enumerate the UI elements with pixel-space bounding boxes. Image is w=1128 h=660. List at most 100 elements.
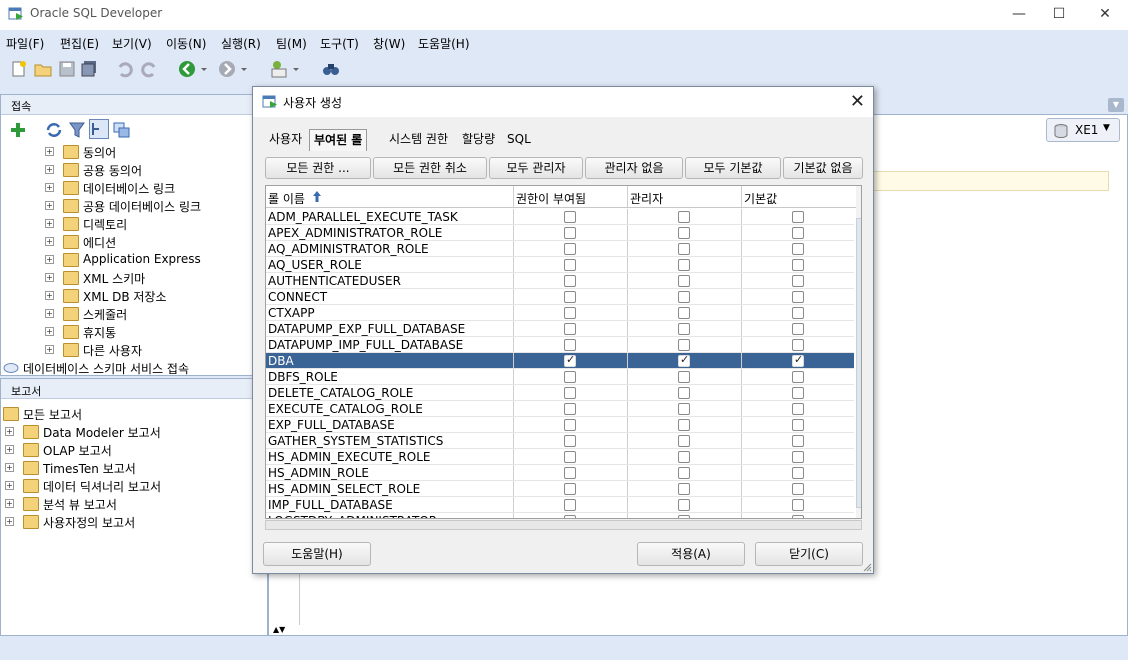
expand-icon[interactable]: + <box>45 255 54 264</box>
menu-tools[interactable]: 도구(T) <box>320 35 359 52</box>
default-checkbox[interactable] <box>792 515 804 518</box>
table-row[interactable]: GATHER_SYSTEM_STATISTICS <box>266 433 854 449</box>
expand-icon[interactable]: + <box>45 219 54 228</box>
granted-checkbox[interactable] <box>564 515 576 518</box>
back-icon[interactable] <box>178 60 196 78</box>
admin-checkbox[interactable] <box>678 419 690 431</box>
default-checkbox[interactable] <box>792 419 804 431</box>
default-checkbox[interactable] <box>792 243 804 255</box>
column-header-admin[interactable]: 관리자 <box>630 190 663 207</box>
connection-selector[interactable]: XE1 ▼ <box>1046 118 1120 142</box>
granted-checkbox[interactable] <box>564 211 576 223</box>
sql-worksheet-icon[interactable] <box>270 60 288 78</box>
connect-icon[interactable] <box>113 121 131 139</box>
tab-quotas[interactable]: 할당량 <box>458 129 499 151</box>
granted-checkbox[interactable] <box>564 435 576 447</box>
expand-icon[interactable]: + <box>45 201 54 210</box>
expand-icon[interactable]: + <box>5 481 14 490</box>
admin-checkbox[interactable] <box>678 467 690 479</box>
admin-checkbox[interactable] <box>678 387 690 399</box>
admin-checkbox[interactable] <box>678 483 690 495</box>
admin-checkbox[interactable] <box>678 435 690 447</box>
granted-checkbox[interactable] <box>564 291 576 303</box>
save-icon[interactable] <box>58 60 76 78</box>
redo-icon[interactable] <box>140 60 158 78</box>
tab-sql[interactable]: SQL <box>503 129 535 151</box>
admin-checkbox[interactable] <box>678 211 690 223</box>
menu-navigate[interactable]: 이동(N) <box>166 35 206 52</box>
expand-icon[interactable]: + <box>45 327 54 336</box>
add-connection-icon[interactable] <box>9 121 27 139</box>
admin-checkbox[interactable] <box>678 323 690 335</box>
granted-checkbox[interactable] <box>564 339 576 351</box>
table-row[interactable]: EXECUTE_CATALOG_ROLE <box>266 401 854 417</box>
default-checkbox[interactable] <box>792 307 804 319</box>
expand-icon[interactable]: + <box>45 345 54 354</box>
close-button[interactable]: 닫기(C) <box>755 542 863 566</box>
admin-none-button[interactable]: 관리자 없음 <box>585 157 683 179</box>
granted-checkbox[interactable] <box>564 451 576 463</box>
granted-checkbox[interactable] <box>564 467 576 479</box>
expand-icon[interactable]: + <box>5 499 14 508</box>
column-header-granted[interactable]: 권한이 부여됨 <box>516 190 586 207</box>
default-checkbox[interactable] <box>792 387 804 399</box>
admin-checkbox[interactable] <box>678 353 690 367</box>
menu-file[interactable]: 파일(F) <box>6 35 44 52</box>
admin-checkbox[interactable] <box>678 259 690 271</box>
expand-icon[interactable]: + <box>45 183 54 192</box>
sort-ascending-icon[interactable] <box>312 190 322 203</box>
default-checkbox[interactable] <box>792 291 804 303</box>
expand-icon[interactable]: + <box>5 463 14 472</box>
granted-checkbox[interactable] <box>564 353 576 367</box>
granted-checkbox[interactable] <box>564 323 576 335</box>
granted-checkbox[interactable] <box>564 227 576 239</box>
expand-icon[interactable]: + <box>45 237 54 246</box>
default-checkbox[interactable] <box>792 259 804 271</box>
granted-checkbox[interactable] <box>564 419 576 431</box>
table-row[interactable]: HS_ADMIN_SELECT_ROLE <box>266 481 854 497</box>
forward-dropdown-icon[interactable] <box>240 60 248 78</box>
menu-run[interactable]: 실행(R) <box>221 35 261 52</box>
table-row[interactable]: HS_ADMIN_EXECUTE_ROLE <box>266 449 854 465</box>
granted-checkbox[interactable] <box>564 243 576 255</box>
default-checkbox[interactable] <box>792 451 804 463</box>
expand-icon[interactable]: + <box>5 427 14 436</box>
revoke-all-button[interactable]: 모든 권한 취소 <box>373 157 487 179</box>
table-row[interactable]: DELETE_CATALOG_ROLE <box>266 385 854 401</box>
expand-icon[interactable]: + <box>5 445 14 454</box>
new-icon[interactable] <box>10 60 28 78</box>
expand-icon[interactable]: + <box>45 291 54 300</box>
scrollbar-thumb[interactable] <box>856 218 861 508</box>
table-row[interactable]: CONNECT <box>266 289 854 305</box>
maximize-button[interactable]: ☐ <box>1036 0 1082 30</box>
apply-button[interactable]: 적용(A) <box>637 542 745 566</box>
default-checkbox[interactable] <box>792 371 804 383</box>
back-dropdown-icon[interactable] <box>200 60 208 78</box>
filter-icon[interactable] <box>69 121 85 139</box>
table-row[interactable]: DATAPUMP_IMP_FULL_DATABASE <box>266 337 854 353</box>
close-window-button[interactable]: ✕ <box>1082 0 1128 30</box>
menu-window[interactable]: 창(W) <box>373 35 405 52</box>
admin-checkbox[interactable] <box>678 403 690 415</box>
tab-granted-roles[interactable]: 부여된 롤 <box>309 129 368 151</box>
dialog-close-button[interactable]: ✕ <box>850 91 865 112</box>
admin-checkbox[interactable] <box>678 275 690 287</box>
admin-checkbox[interactable] <box>678 451 690 463</box>
default-checkbox[interactable] <box>792 323 804 335</box>
default-checkbox[interactable] <box>792 467 804 479</box>
menu-view[interactable]: 보기(V) <box>112 35 152 52</box>
default-checkbox[interactable] <box>792 275 804 287</box>
default-checkbox[interactable] <box>792 435 804 447</box>
default-all-button[interactable]: 모두 기본값 <box>685 157 781 179</box>
admin-checkbox[interactable] <box>678 227 690 239</box>
forward-icon[interactable] <box>218 60 236 78</box>
save-all-icon[interactable] <box>80 60 98 78</box>
expand-icon[interactable]: + <box>45 309 54 318</box>
table-row[interactable]: CTXAPP <box>266 305 854 321</box>
default-checkbox[interactable] <box>792 483 804 495</box>
granted-checkbox[interactable] <box>564 259 576 271</box>
default-checkbox[interactable] <box>792 403 804 415</box>
admin-checkbox[interactable] <box>678 499 690 511</box>
default-none-button[interactable]: 기본값 없음 <box>783 157 863 179</box>
table-row[interactable]: HS_ADMIN_ROLE <box>266 465 854 481</box>
